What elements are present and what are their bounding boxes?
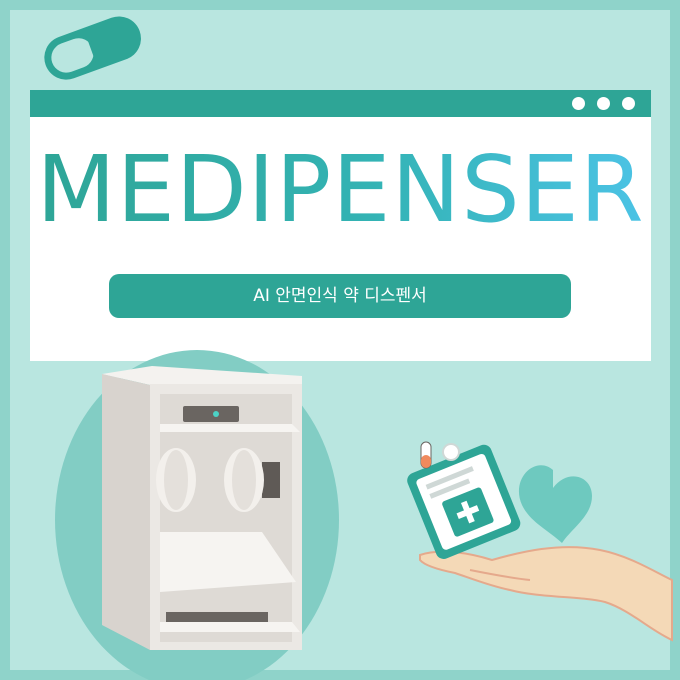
dispenser-machine bbox=[102, 366, 302, 650]
hand-icon bbox=[419, 546, 673, 642]
illustration bbox=[55, 350, 673, 680]
heart-icon bbox=[518, 465, 592, 543]
